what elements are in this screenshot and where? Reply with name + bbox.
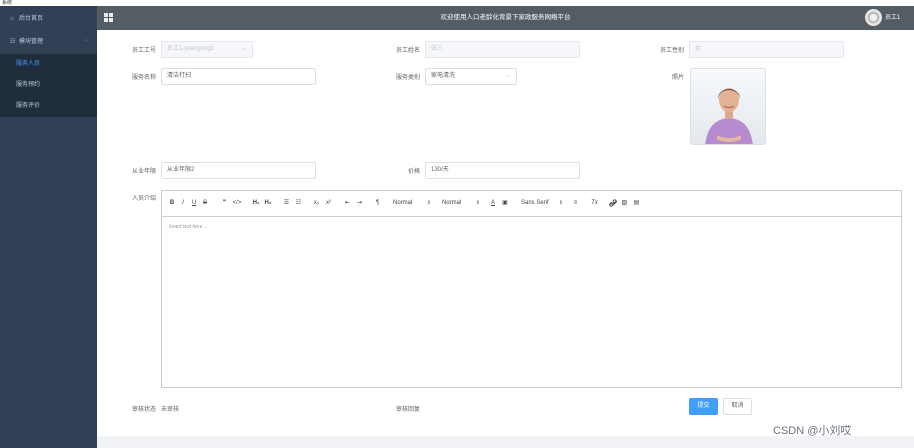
blockquote-button[interactable]: ❞: [220, 198, 229, 209]
italic-button[interactable]: I: [179, 198, 187, 209]
clean-format-button[interactable]: Tx: [590, 198, 599, 209]
staff-name-field: 张三: [425, 41, 580, 58]
sidebar-sub-label: 服务人员: [16, 61, 41, 67]
bullet-list-button[interactable]: ☷: [294, 198, 303, 209]
editor-toolbar: B I U S ❞ </> H₁ H₂ ☰ ☷ x₂ x² ⇤ ⇥ ¶ Norm…: [162, 191, 901, 217]
editor-placeholder[interactable]: Insert text here ...: [169, 224, 208, 230]
audit-reply-label: 审核回复: [395, 407, 420, 413]
sidebar-sub-label: 服务评价: [16, 103, 41, 109]
price-input[interactable]: 130/天: [425, 162, 580, 179]
experience-value: 从业年限2: [167, 167, 195, 173]
price-value: 130/天: [431, 167, 449, 173]
staff-id-value: 员工1-yuangong1: [167, 46, 215, 52]
sidebar: ⌂ 后台首页 ☷ 模块管理 ⌃ 服务人员 服务预约 服务评价: [0, 6, 97, 448]
experience-label: 从业年限: [131, 169, 156, 175]
header-picker-label: Normal: [442, 200, 462, 206]
service-type-select[interactable]: 家电清洗 ⌄: [425, 68, 517, 85]
video-button[interactable]: ▤: [632, 198, 641, 209]
header-1-button[interactable]: H₁: [251, 198, 261, 209]
audit-status-value: 未审核: [161, 407, 180, 413]
updown-caret-icon: ⇕: [558, 200, 563, 206]
home-icon: ⌂: [10, 16, 14, 22]
link-button[interactable]: [608, 198, 617, 209]
size-picker-label: Normal: [393, 200, 413, 206]
underline-button[interactable]: U: [190, 198, 198, 209]
header-2-button[interactable]: H₂: [263, 198, 273, 209]
watermark: CSDN @小刘哎: [773, 425, 852, 437]
sidebar-sub-label: 服务预约: [16, 82, 41, 88]
service-type-value: 家电清洗: [431, 73, 456, 79]
staff-gender-label: 员工性别: [659, 48, 684, 54]
image-button[interactable]: ▨: [620, 198, 629, 209]
staff-photo-image: [691, 69, 765, 144]
link-icon: [608, 199, 617, 207]
updown-caret-icon: ⇕: [475, 200, 480, 206]
staff-id-select: 员工1-yuangong1 ⌄: [161, 41, 253, 58]
header-picker[interactable]: Normal ⇕: [442, 198, 480, 209]
superscript-button[interactable]: x²: [324, 198, 333, 209]
sidebar-item-service-booking[interactable]: 服务预约: [0, 75, 97, 96]
header-username[interactable]: 员工1: [885, 6, 900, 30]
strike-button[interactable]: S: [201, 198, 209, 209]
sidebar-item-module[interactable]: ☷ 模块管理 ⌃: [0, 31, 97, 53]
cancel-button[interactable]: 取消: [723, 398, 752, 415]
sidebar-item-service-review[interactable]: 服务评价: [0, 96, 97, 117]
bold-button[interactable]: B: [168, 198, 176, 209]
experience-input[interactable]: 从业年限2: [161, 162, 316, 179]
avatar[interactable]: [865, 9, 882, 26]
font-picker[interactable]: Sans Serif ⇕: [521, 198, 563, 209]
sidebar-item-service-staff[interactable]: 服务人员: [0, 54, 97, 75]
submit-button[interactable]: 提交: [689, 398, 718, 415]
service-name-label: 服务名称: [131, 75, 156, 81]
background-color-button[interactable]: ▣: [501, 198, 509, 209]
outdent-button[interactable]: ⇤: [343, 198, 352, 209]
menu-grid-icon: ☷: [10, 39, 16, 45]
chevron-down-icon: ⌄: [504, 73, 510, 79]
staff-gender-value: 女: [695, 46, 702, 52]
header-title: 欢迎使用人口老龄化背景下家政服务网络平台: [440, 14, 571, 21]
text-color-button[interactable]: A: [489, 198, 497, 209]
price-label: 价格: [407, 169, 420, 175]
sidebar-module-label: 模块管理: [19, 39, 44, 45]
photo-label: 照片: [671, 75, 684, 81]
staff-gender-field: 女: [689, 41, 844, 58]
top-header: 欢迎使用人口老龄化背景下家政服务网络平台 员工1: [97, 6, 914, 30]
staff-id-label: 员工工号: [131, 48, 156, 54]
chevron-up-icon: ⌃: [83, 39, 88, 45]
rich-text-editor: B I U S ❞ </> H₁ H₂ ☰ ☷ x₂ x² ⇤ ⇥ ¶ Norm…: [161, 190, 902, 388]
staff-name-label: 员工姓名: [395, 48, 420, 54]
updown-caret-icon: ⇕: [426, 200, 431, 206]
indent-button[interactable]: ⇥: [355, 198, 364, 209]
size-picker[interactable]: Normal ⇕: [393, 198, 431, 209]
subscript-button[interactable]: x₂: [312, 198, 321, 209]
code-block-button[interactable]: </>: [232, 198, 242, 209]
sidebar-item-home[interactable]: ⌂ 后台首页: [0, 8, 97, 30]
intro-label: 人员介绍: [131, 196, 156, 202]
font-picker-label: Sans Serif: [521, 200, 549, 206]
service-name-value: 清洁打扫: [167, 73, 192, 79]
text-direction-button[interactable]: ¶: [373, 198, 382, 209]
staff-name-value: 张三: [431, 46, 444, 52]
ordered-list-button[interactable]: ☰: [282, 198, 291, 209]
align-button[interactable]: ≡: [571, 198, 580, 209]
sidebar-home-label: 后台首页: [19, 16, 44, 22]
service-type-label: 服务类别: [395, 75, 420, 81]
staff-photo[interactable]: [690, 68, 766, 145]
service-name-input[interactable]: 清洁打扫: [161, 68, 316, 85]
audit-status-label: 审核状态: [131, 407, 156, 413]
chevron-down-icon: ⌄: [240, 46, 246, 52]
